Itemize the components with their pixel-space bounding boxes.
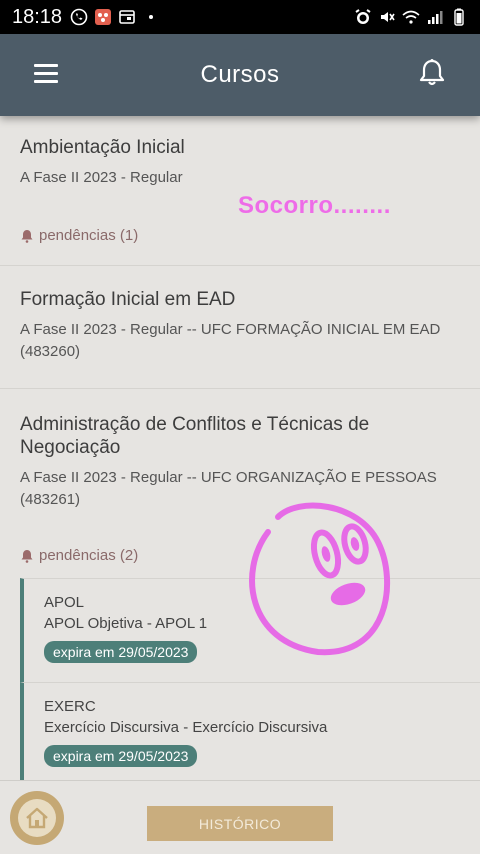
course-subtitle: A Fase II 2023 - Regular [20, 169, 183, 186]
app-icon [94, 8, 112, 26]
signal-icon [426, 8, 444, 26]
home-button[interactable] [10, 791, 64, 845]
alarm-icon [354, 8, 372, 26]
status-right-icons [354, 8, 468, 26]
bell-icon [419, 59, 445, 86]
home-icon [26, 807, 48, 829]
menu-icon-bar [34, 80, 58, 83]
mute-icon [378, 8, 396, 26]
task-code: EXERC [44, 698, 96, 715]
pendencias-label: pendências (2) [39, 547, 139, 564]
expiry-badge: expira em 29/05/2023 [44, 745, 198, 767]
bell-icon [21, 229, 33, 243]
notifications-button[interactable] [418, 58, 446, 88]
calendar-icon [118, 8, 136, 26]
status-left-icons [70, 8, 160, 26]
face-doodle [249, 502, 391, 656]
pendencias-link[interactable]: pendências (1) [20, 227, 460, 258]
bottom-bar: HISTÓRICO [0, 780, 480, 854]
app-header: Cursos [0, 34, 480, 116]
course-subtitle: A Fase II 2023 - Regular -- UFC FORMAÇÃO… [20, 321, 441, 360]
status-bar: 18:18 [0, 0, 480, 34]
menu-button[interactable] [34, 64, 58, 84]
course-title: Formação Inicial em EAD [20, 289, 236, 310]
home-button-inner [18, 799, 56, 837]
course-card[interactable]: Ambientação Inicial A Fase II 2023 - Reg… [0, 116, 480, 266]
course-card[interactable]: Formação Inicial em EAD A Fase II 2023 -… [0, 266, 480, 389]
pendencias-label: pendências (1) [39, 227, 139, 244]
wifi-icon [402, 8, 420, 26]
battery-icon [450, 8, 468, 26]
bell-icon [21, 549, 33, 563]
page-title: Cursos [200, 61, 280, 88]
whatsapp-icon [70, 8, 88, 26]
expiry-badge: expira em 29/05/2023 [44, 641, 198, 663]
history-button[interactable]: HISTÓRICO [147, 806, 333, 841]
course-title: Ambientação Inicial [20, 137, 185, 158]
task-item-exerc[interactable]: EXERC Exercício Discursiva - Exercício D… [20, 682, 480, 780]
dot-icon [142, 8, 160, 26]
menu-icon-bar [34, 72, 58, 75]
course-title: Administração de Conflitos e Técnicas de… [20, 414, 370, 458]
overlay-caption: Socorro........ [238, 192, 391, 219]
status-time: 18:18 [12, 5, 63, 28]
task-description: Exercício Discursiva - Exercício Discurs… [44, 719, 328, 736]
menu-icon-bar [34, 64, 58, 67]
